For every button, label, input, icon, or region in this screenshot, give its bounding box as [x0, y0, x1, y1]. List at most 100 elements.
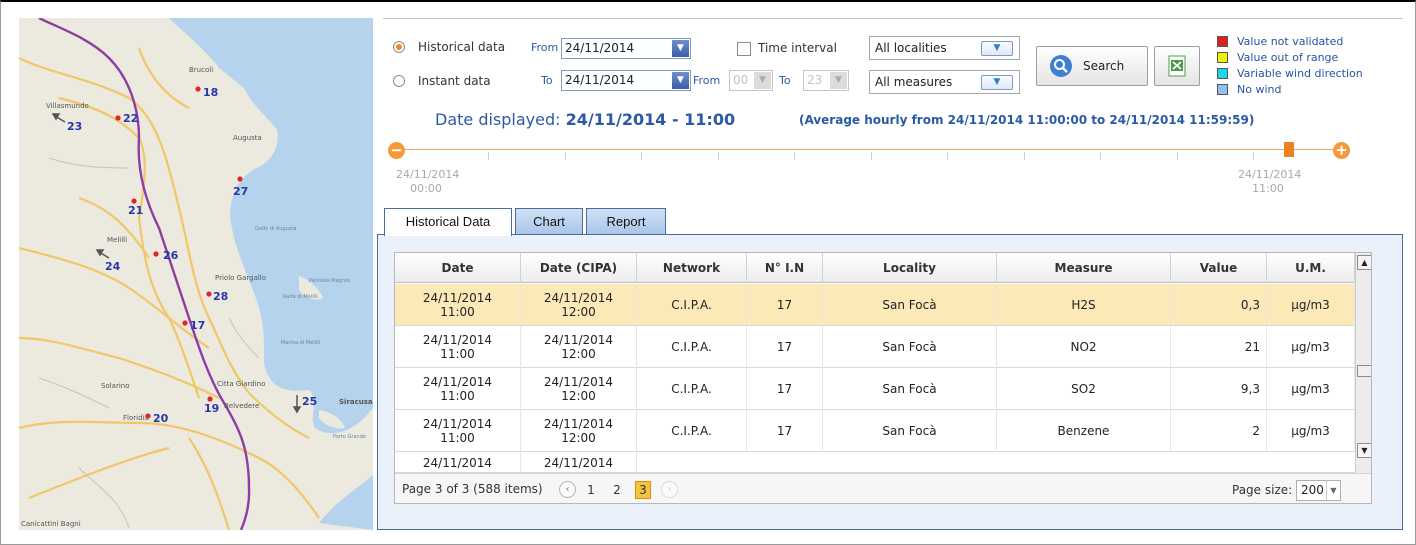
cell-date: 24/11/2014 11:00	[395, 326, 521, 368]
cell-measure: H2S	[997, 284, 1171, 326]
instant-data-label: Instant data	[418, 74, 491, 88]
pager-page-3-current[interactable]: 3	[635, 481, 651, 499]
legend-item-not-validated: Value not validated	[1217, 35, 1403, 50]
date-displayed-value: 24/11/2014 - 11:00	[565, 110, 736, 129]
export-excel-button[interactable]	[1154, 46, 1200, 86]
data-table: Date Date (CIPA) Network N° I.N Locality…	[394, 252, 1372, 504]
table-row[interactable]: 24/11/2014 11:00 24/11/2014 12:00 C.I.P.A.…	[395, 284, 1355, 326]
from-date-dropdown-icon[interactable]: ▼	[672, 40, 689, 57]
from-date-label: From	[531, 41, 559, 54]
column-header-date[interactable]: Date	[395, 253, 521, 283]
to-date-label: To	[541, 74, 553, 87]
hour-to-dropdown-icon[interactable]: ▼	[830, 72, 847, 89]
slider-increment-button[interactable]: +	[1333, 142, 1350, 159]
to-date-value: 24/11/2014	[565, 73, 635, 87]
hour-to-label: To	[779, 74, 791, 87]
column-header-date-cipa[interactable]: Date (CIPA)	[521, 253, 637, 283]
column-header-value[interactable]: Value	[1171, 253, 1267, 283]
measures-select[interactable]: All measures ▼	[869, 70, 1020, 94]
slider-tick	[1100, 152, 1101, 160]
to-date-field[interactable]: 24/11/2014 ▼	[561, 70, 691, 91]
cell-date: 24/11/2014 11:00	[395, 410, 521, 452]
slider-thumb[interactable]	[1284, 142, 1294, 157]
pager-prev-icon[interactable]: ‹	[559, 481, 576, 498]
svg-text:Priolo Gargallo: Priolo Gargallo	[215, 274, 266, 282]
tab-chart[interactable]: Chart	[515, 208, 583, 235]
to-date-dropdown-icon[interactable]: ▼	[672, 72, 689, 89]
hour-from-label: From	[693, 74, 721, 87]
localities-select[interactable]: All localities ▼	[869, 36, 1020, 60]
column-header-in-number[interactable]: N° I.N	[747, 253, 823, 283]
pager-page-2[interactable]: 2	[609, 481, 625, 499]
time-slider-track[interactable]	[403, 149, 1340, 150]
cell-value: 21	[1171, 326, 1267, 368]
column-header-measure[interactable]: Measure	[997, 253, 1171, 283]
svg-text:25: 25	[302, 395, 317, 408]
cell-locality: San Focà	[823, 410, 997, 452]
localities-dropdown-icon[interactable]: ▼	[981, 41, 1013, 56]
time-interval-label: Time interval	[758, 41, 837, 55]
station-map[interactable]: Villasmundo Brucoli Augusta Melilli Prio…	[19, 18, 373, 530]
page-size-value: 200	[1301, 483, 1324, 497]
svg-text:18: 18	[203, 86, 218, 99]
cell-um: µg/m3	[1267, 326, 1355, 368]
tab-report[interactable]: Report	[586, 208, 666, 235]
page-size-select[interactable]: 200 ▼	[1296, 480, 1341, 501]
slider-tick	[871, 152, 872, 160]
cell-locality: San Focà	[823, 368, 997, 410]
svg-text:Solarino: Solarino	[101, 382, 130, 390]
hour-from-dropdown-icon[interactable]: ▼	[754, 72, 771, 89]
cell-value: 0,3	[1171, 284, 1267, 326]
svg-text:17: 17	[190, 319, 205, 332]
table-row[interactable]: 24/11/2014 11:00 24/11/2014 12:00 C.I.P.A.…	[395, 368, 1355, 410]
hour-from-select[interactable]: 00 ▼	[729, 70, 773, 91]
cell-network: C.I.P.A.	[637, 284, 747, 326]
page-size-dropdown-icon[interactable]: ▼	[1326, 481, 1340, 500]
instant-data-radio[interactable]	[393, 75, 405, 87]
scroll-up-arrow-icon[interactable]: ▲	[1357, 255, 1371, 270]
slider-end-label: 24/11/2014 11:00	[1238, 168, 1302, 195]
cell-date-cipa: 24/11/2014 12:00	[521, 368, 637, 410]
slider-tick	[947, 152, 948, 160]
svg-text:Floridia: Floridia	[123, 414, 149, 422]
cell-value: 2	[1171, 410, 1267, 452]
tab-historical-data[interactable]: Historical Data	[384, 208, 512, 236]
hour-from-value: 00	[733, 73, 749, 87]
svg-text:Siracusa: Siracusa	[339, 398, 373, 406]
cell-network: C.I.P.A.	[637, 368, 747, 410]
time-interval-checkbox[interactable]	[737, 42, 751, 56]
svg-text:Marina di Melilli: Marina di Melilli	[281, 340, 320, 346]
column-header-um[interactable]: U.M.	[1267, 253, 1355, 283]
column-header-network[interactable]: Network	[637, 253, 747, 283]
svg-text:22: 22	[123, 112, 138, 125]
from-date-field[interactable]: 24/11/2014 ▼	[561, 38, 691, 59]
table-row[interactable]: 24/11/2014 11:00 24/11/2014 12:00 C.I.P.A.…	[395, 410, 1355, 452]
hour-to-select[interactable]: 23 ▼	[803, 70, 849, 91]
search-button[interactable]: Search	[1036, 46, 1148, 86]
scroll-down-arrow-icon[interactable]: ▼	[1357, 443, 1371, 458]
legend-swatch-blue	[1217, 84, 1228, 95]
page-size-label: Page size:	[1232, 483, 1293, 497]
measures-dropdown-icon[interactable]: ▼	[981, 75, 1013, 90]
cell-date: 24/11/2014	[395, 452, 521, 472]
panel-top-border	[383, 18, 1403, 19]
svg-text:Penisola Magnisi: Penisola Magnisi	[309, 278, 350, 284]
table-row[interactable]: 24/11/2014 11:00 24/11/2014 12:00 C.I.P.A.…	[395, 326, 1355, 368]
scroll-thumb[interactable]	[1357, 365, 1371, 377]
historical-data-label: Historical data	[418, 40, 506, 54]
cell-date: 24/11/2014 11:00	[395, 284, 521, 326]
cell-measure: Benzene	[997, 410, 1171, 452]
legend-swatch-red	[1217, 36, 1228, 47]
pager-next-icon[interactable]: ›	[661, 481, 678, 498]
table-row[interactable]: 24/11/2014 24/11/2014	[395, 452, 1355, 473]
table-scrollbar[interactable]: ▲ ▼	[1355, 253, 1371, 473]
slider-tick	[794, 152, 795, 160]
historical-data-radio[interactable]	[393, 41, 405, 53]
cell-date-cipa: 24/11/2014 12:00	[521, 410, 637, 452]
cell-locality: San Focà	[823, 326, 997, 368]
slider-decrement-button[interactable]: −	[388, 142, 405, 159]
localities-value: All localities	[875, 41, 947, 55]
pager-page-1[interactable]: 1	[583, 481, 599, 499]
column-header-locality[interactable]: Locality	[823, 253, 997, 283]
svg-text:Rada di Melilli: Rada di Melilli	[283, 294, 318, 300]
